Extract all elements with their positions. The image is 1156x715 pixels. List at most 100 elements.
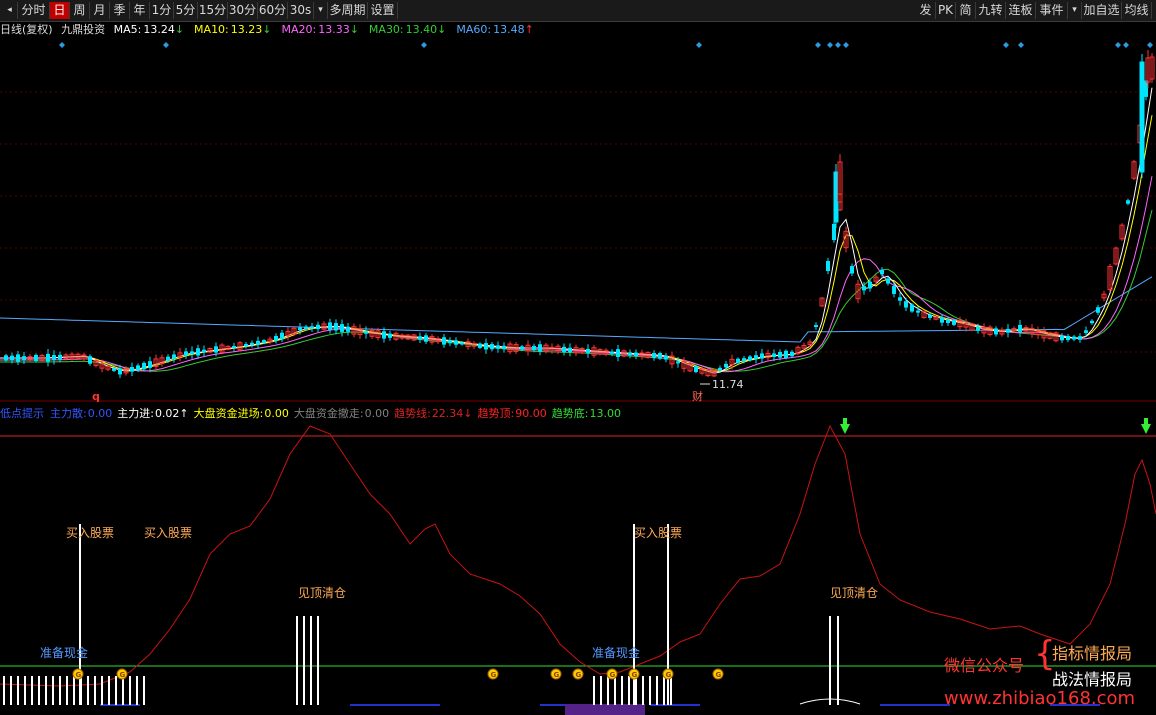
candle-down — [562, 346, 566, 353]
q-marker: q — [92, 390, 100, 402]
toolbar-button-junxian[interactable]: 均线 — [1122, 2, 1152, 19]
candle-down — [754, 355, 758, 360]
candle-down — [832, 223, 836, 241]
period-toolbar: ◂ 分时日周月季年 1分 5分 15分 30分 60分 30s ▾ 多周期 设置发 PK 简九转 连板 事件… — [0, 0, 1156, 22]
candle-down — [742, 358, 746, 362]
candle-down — [1144, 80, 1148, 97]
candle-down — [340, 324, 344, 332]
candle-down — [112, 368, 116, 371]
candle-down — [250, 342, 254, 346]
toolbar-button-jiuzhuan[interactable]: 九转 — [976, 2, 1006, 19]
toolbar-button-month[interactable]: 月 — [90, 2, 110, 19]
signal-diamond-icon — [696, 42, 702, 48]
candle-down — [568, 347, 572, 353]
coin-icon: G — [572, 668, 584, 680]
signal-diamond-icon — [163, 42, 169, 48]
toolbar-button-m5[interactable]: 5分 — [174, 2, 198, 19]
candle-down — [928, 314, 932, 318]
toolbar-button-shijian[interactable]: 事件 — [1036, 2, 1068, 19]
candle-down — [16, 354, 20, 362]
top-signal-arrow-stem — [843, 418, 847, 424]
low-price-label: 11.74 — [712, 378, 744, 391]
candle-body — [1139, 61, 1145, 173]
toolbar-button-settings[interactable]: 设置 — [368, 2, 398, 19]
signal-diamond-icon — [835, 42, 841, 48]
bottom-band — [565, 704, 645, 715]
sell-signal-label: 见顶清仓 — [298, 586, 347, 600]
toolbar-button-pk[interactable]: PK — [936, 2, 956, 19]
candle-down — [22, 356, 26, 360]
candle-down — [310, 326, 314, 329]
signal-diamond-icon — [827, 42, 833, 48]
candle-down — [904, 301, 908, 308]
coin-icon: G — [487, 668, 499, 680]
toolbar-button-m60[interactable]: 60分 — [258, 2, 288, 19]
candle-down — [304, 326, 308, 329]
candle-down — [1126, 200, 1130, 204]
sell-signal-label: 见顶清仓 — [830, 586, 879, 600]
candle-down — [892, 286, 896, 294]
signal-diamond-icon — [1018, 42, 1024, 48]
candle-down — [772, 353, 776, 357]
candle-down — [1078, 336, 1082, 340]
toolbar-button-minute[interactable]: 分时 — [18, 2, 50, 19]
candle-down — [382, 331, 386, 339]
candle-down — [976, 326, 980, 331]
candle-down — [418, 336, 422, 340]
coin-icon: G — [550, 668, 562, 680]
toolbar-button-season[interactable]: 季 — [110, 2, 130, 19]
signal-diamond-icon — [1003, 42, 1009, 48]
trend-line — [0, 424, 1156, 687]
coin-icon: G — [712, 668, 724, 680]
watermark-line1: 指标情报局 — [1052, 644, 1133, 663]
top-signal-arrow-icon — [840, 424, 850, 434]
toolbar-button-jian[interactable]: 简 — [956, 2, 976, 19]
toolbar-button-lianban[interactable]: 连板 — [1006, 2, 1036, 19]
coin-icon: G — [628, 668, 640, 680]
candle-down — [532, 345, 536, 351]
toolbar-button-fa[interactable]: 发 — [916, 2, 936, 19]
toolbar-button-jiazixuan[interactable]: 加自选 — [1082, 2, 1122, 19]
candle-down — [196, 348, 200, 356]
signal-diamond-icon — [1115, 42, 1121, 48]
candle-down — [484, 343, 488, 350]
candle-down — [346, 326, 350, 332]
toolbar-button-s30-dd[interactable]: ▾ — [314, 2, 328, 19]
candlestick-chart[interactable]: 11.74 财 q — [0, 22, 1156, 402]
candle-body — [833, 171, 839, 223]
ma20-line — [0, 176, 1153, 373]
candle-down — [34, 354, 38, 362]
toolbar-button-shijian-dd[interactable]: ▾ — [1068, 2, 1082, 19]
watermark-line2: 战法情报局 — [1052, 670, 1133, 689]
prepare-cash-label: 准备现金 — [592, 646, 641, 660]
candle-down — [58, 354, 62, 360]
candle-down — [46, 353, 50, 362]
candle-down — [448, 340, 452, 344]
candle-down — [760, 353, 764, 359]
toolbar-button-m15[interactable]: 15分 — [198, 2, 228, 19]
candle-down — [88, 356, 92, 364]
toolbar-button-week[interactable]: 周 — [70, 2, 90, 19]
candle-down — [658, 353, 662, 359]
coin-icon: G — [72, 668, 84, 680]
candle-down — [1090, 320, 1094, 324]
candle-down — [1072, 336, 1076, 340]
candle-down — [274, 335, 278, 341]
candle-down — [502, 345, 506, 350]
toolbar-button-m1[interactable]: 1分 — [150, 2, 174, 19]
toolbar-button-prev[interactable]: ◂ — [2, 2, 18, 19]
candle-down — [478, 343, 482, 348]
toolbar-button-day[interactable]: 日 — [50, 2, 70, 19]
toolbar-button-multi[interactable]: 多周期 — [328, 2, 368, 19]
watermark-url: www.zhibiao168.com — [944, 688, 1136, 709]
top-signal-arrow-stem — [1144, 418, 1148, 424]
candle-down — [736, 358, 740, 363]
candle-down — [184, 351, 188, 356]
toolbar-button-m30[interactable]: 30分 — [228, 2, 258, 19]
candle-down — [388, 333, 392, 338]
signal-diamond-icon — [421, 42, 427, 48]
ma60-line — [0, 276, 1153, 343]
toolbar-button-year[interactable]: 年 — [130, 2, 150, 19]
svg-text:G: G — [120, 671, 126, 679]
toolbar-button-s30[interactable]: 30s — [288, 2, 314, 19]
